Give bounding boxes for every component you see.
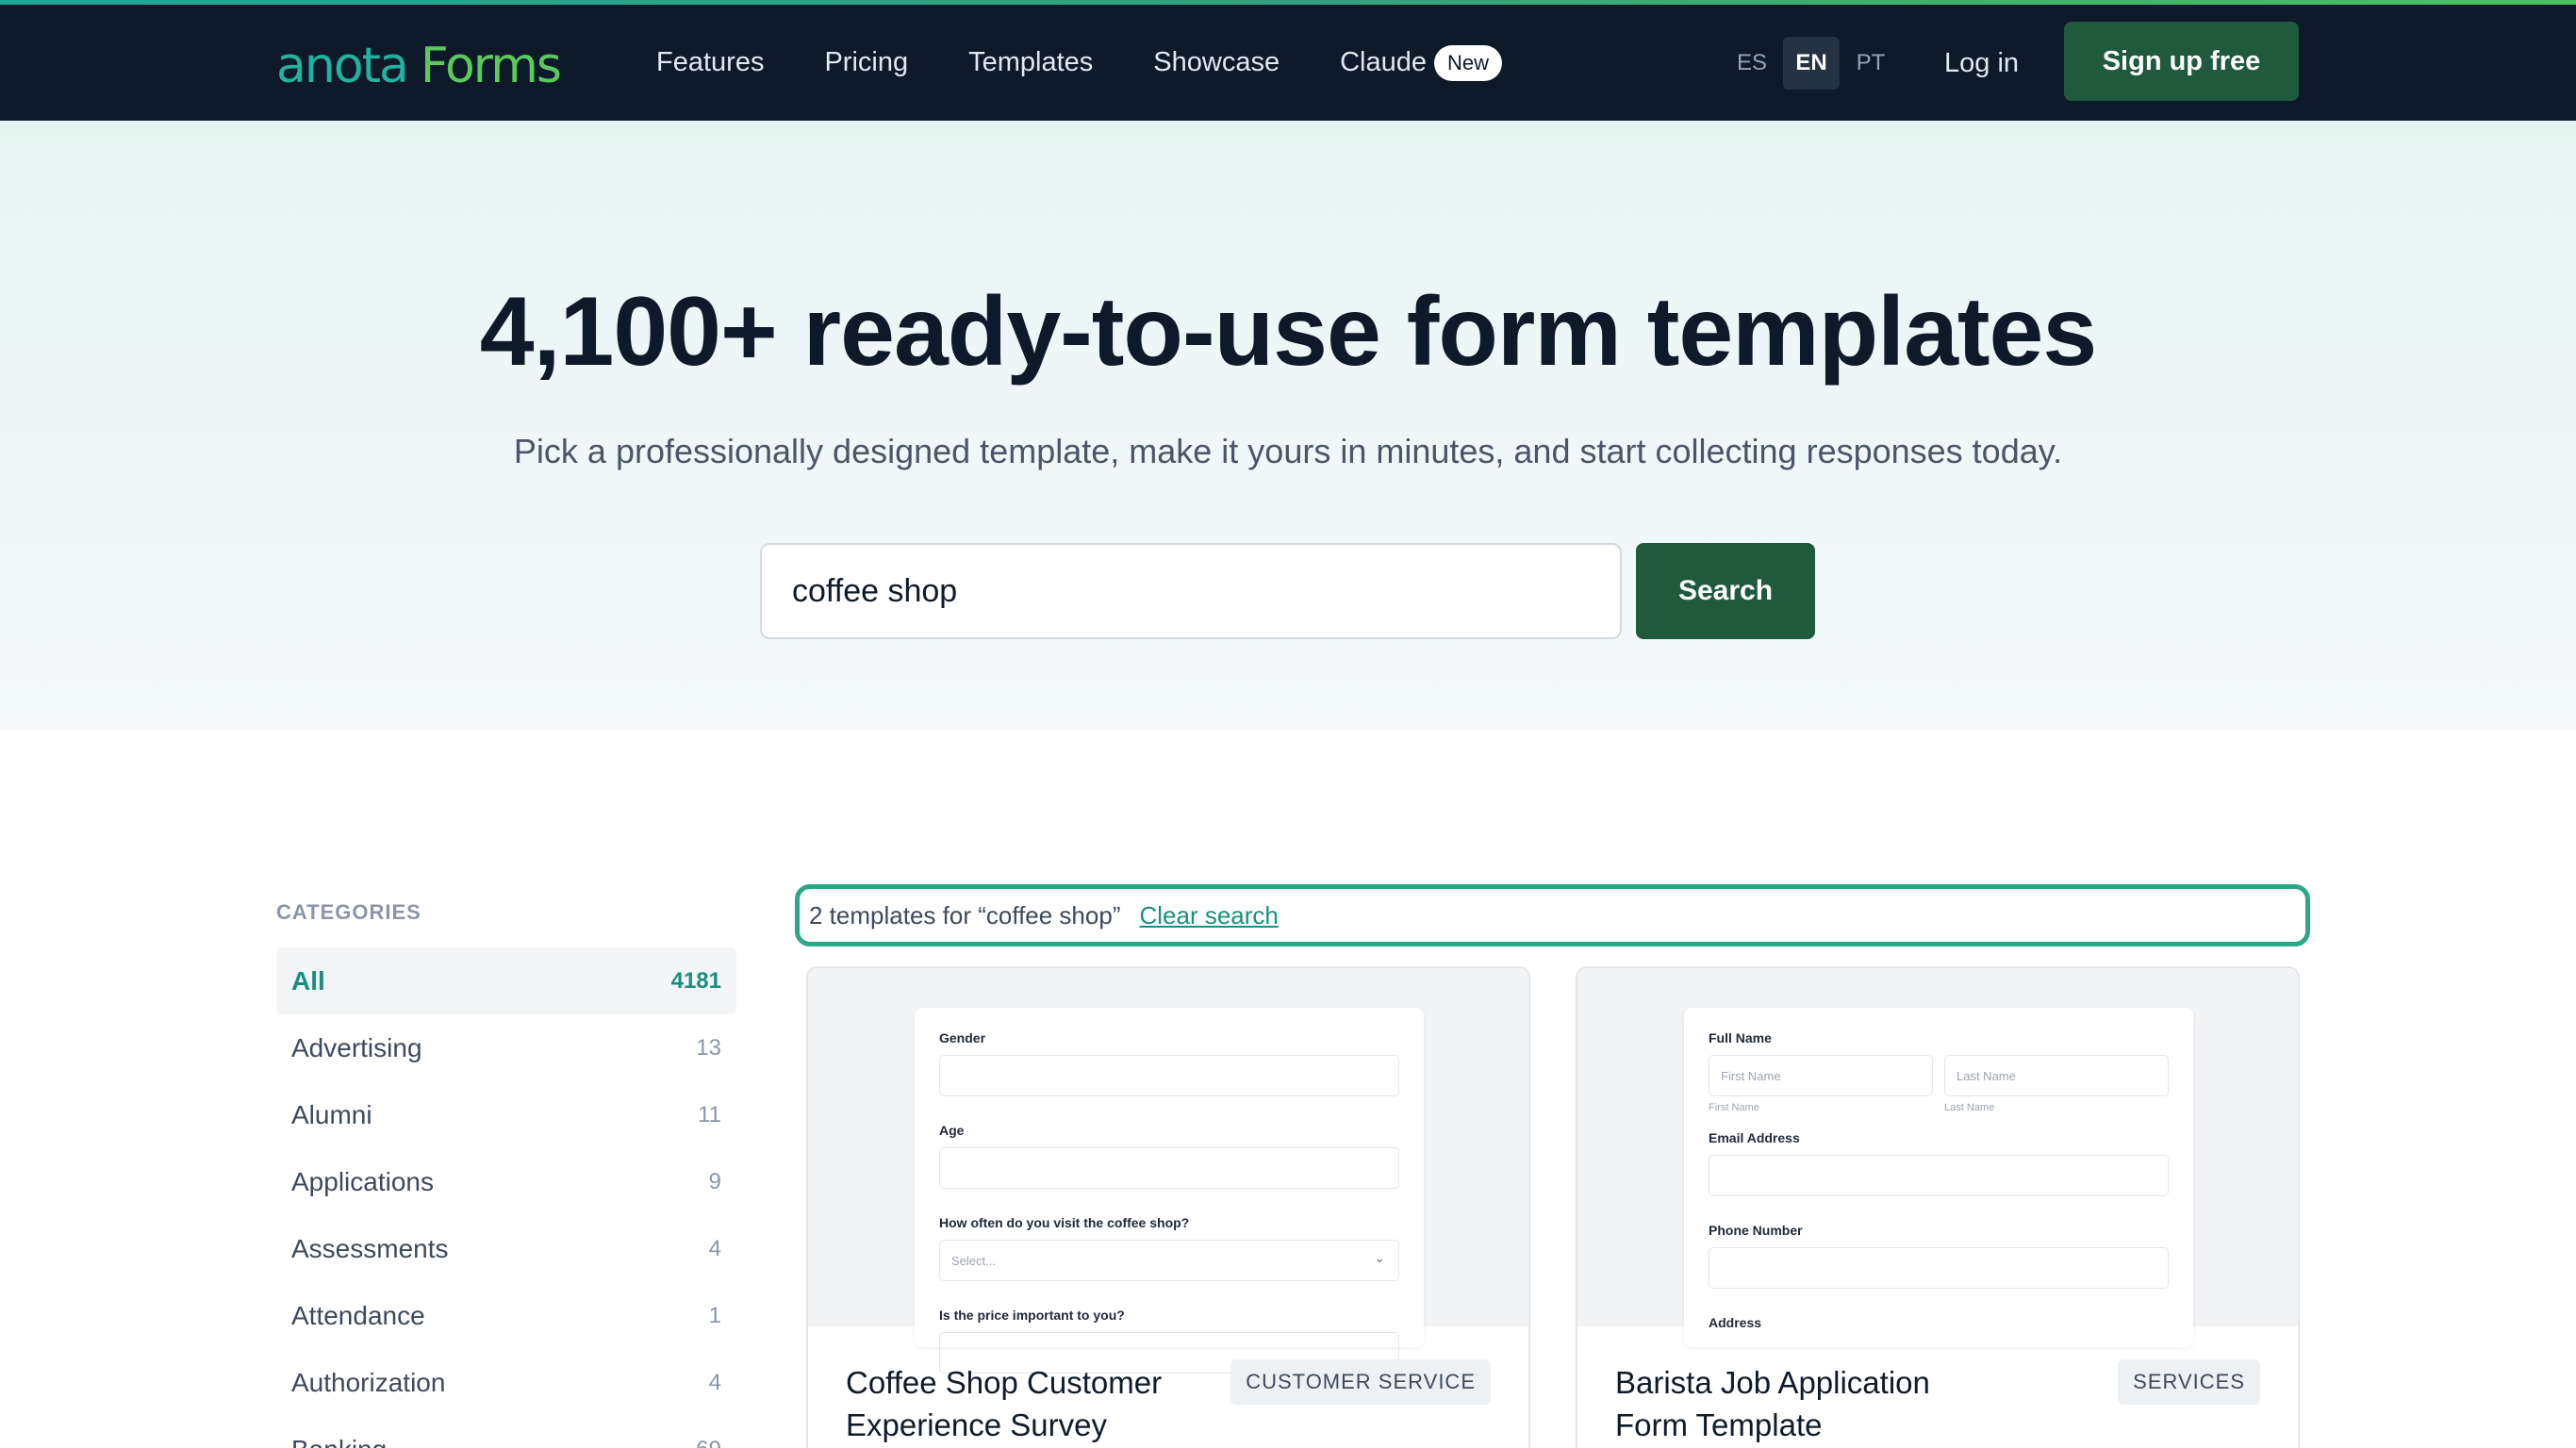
- template-card-title: Barista Job Application Form Template: [1615, 1365, 1930, 1442]
- clear-search-link[interactable]: Clear search: [1139, 901, 1278, 930]
- template-category-tag: CUSTOMER SERVICE: [1230, 1359, 1491, 1405]
- template-category-tag: SERVICES: [2118, 1359, 2260, 1405]
- categories-heading: CATEGORIES: [276, 900, 421, 924]
- category-count: 11: [698, 1101, 721, 1127]
- category-count: 4: [708, 1235, 721, 1261]
- navbar: anota Forms Features Pricing Templates S…: [0, 5, 2576, 121]
- category-label: Authorization: [291, 1367, 446, 1397]
- nav-claude-label: Claude: [1340, 47, 1427, 77]
- category-label: Applications: [291, 1166, 434, 1196]
- category-label: Attendance: [291, 1300, 425, 1330]
- template-card-title: Coffee Shop Customer Experience Survey: [846, 1365, 1163, 1442]
- preview-field-label: Age: [939, 1123, 965, 1138]
- results-count-text: 2 templates for “coffee shop”: [809, 900, 1121, 930]
- preview-field-label: Email Address: [1709, 1130, 1800, 1145]
- hero-title: 4,100+ ready-to-use form templates: [479, 277, 2097, 387]
- preview-sublabel: First Name: [1709, 1102, 1759, 1113]
- preview-field-label: Is the price important to you?: [939, 1308, 1125, 1323]
- preview-input: [939, 1147, 1399, 1189]
- category-item-assessments[interactable]: Assessments 4: [276, 1215, 736, 1282]
- signup-button[interactable]: Sign up free: [2064, 22, 2299, 101]
- preview-field-label: Gender: [939, 1030, 986, 1045]
- category-count: 9: [708, 1168, 721, 1194]
- form-preview-sheet: Gender Age How often do you visit the co…: [915, 1008, 1424, 1374]
- template-card-barista-application[interactable]: Full Name First Name First Name Last Nam…: [1576, 966, 2300, 1448]
- logo[interactable]: anota Forms: [276, 33, 562, 99]
- preview-input: Last Name: [1944, 1055, 2169, 1096]
- preview-select-placeholder: Select...: [951, 1253, 996, 1268]
- category-list: All 4181 Advertising 13 Alumni 11 Applic…: [276, 947, 736, 1448]
- category-item-authorization[interactable]: Authorization 4: [276, 1349, 736, 1416]
- category-item-advertising[interactable]: Advertising 13: [276, 1014, 736, 1081]
- nav-link-templates[interactable]: Templates: [968, 47, 1093, 78]
- main-nav: Features Pricing Templates Showcase Clau…: [656, 5, 1503, 121]
- logo-part-forms: Forms: [420, 38, 562, 94]
- preview-input: [1709, 1155, 2169, 1196]
- hero-subtitle: Pick a professionally designed template,…: [513, 432, 2063, 470]
- category-label: Assessments: [291, 1233, 449, 1263]
- preview-field-label: Phone Number: [1709, 1223, 1803, 1238]
- category-item-alumni[interactable]: Alumni 11: [276, 1081, 736, 1148]
- category-item-attendance[interactable]: Attendance 1: [276, 1282, 736, 1349]
- category-item-applications[interactable]: Applications 9: [276, 1148, 736, 1215]
- hero: 4,100+ ready-to-use form templates Pick …: [0, 121, 2576, 731]
- lang-pt[interactable]: PT: [1842, 37, 1899, 90]
- nav-link-showcase[interactable]: Showcase: [1153, 47, 1280, 78]
- lang-en[interactable]: EN: [1783, 37, 1840, 90]
- category-item-banking[interactable]: Banking 69: [276, 1416, 736, 1448]
- template-preview: Full Name First Name First Name Last Nam…: [1577, 968, 2298, 1347]
- preview-select: Select... ⌄: [939, 1240, 1399, 1281]
- search-button[interactable]: Search: [1636, 543, 1815, 639]
- category-label: All: [291, 965, 325, 996]
- nav-link-claude[interactable]: Claude New: [1340, 44, 1503, 81]
- nav-link-pricing[interactable]: Pricing: [824, 47, 908, 78]
- preview-field-label: Address: [1709, 1315, 1762, 1330]
- preview-field-label: Full Name: [1709, 1030, 1772, 1045]
- category-label: Alumni: [291, 1099, 372, 1129]
- preview-sublabel: Last Name: [1944, 1102, 1995, 1113]
- preview-input: [939, 1055, 1399, 1096]
- template-card-coffee-survey[interactable]: Gender Age How often do you visit the co…: [806, 966, 1530, 1448]
- new-badge: New: [1434, 44, 1503, 81]
- category-count: 4181: [670, 967, 721, 994]
- search-input[interactable]: [760, 543, 1622, 639]
- form-preview-sheet: Full Name First Name First Name Last Nam…: [1684, 1008, 2193, 1347]
- category-label: Advertising: [291, 1032, 422, 1062]
- preview-last-name-col: Last Name Last Name: [1944, 1055, 2169, 1130]
- preview-first-name-col: First Name First Name: [1709, 1055, 1933, 1130]
- category-label: Banking: [291, 1435, 387, 1448]
- search-results-summary: 2 templates for “coffee shop” Clear sear…: [795, 884, 2310, 946]
- login-link[interactable]: Log in: [1944, 37, 2019, 90]
- category-count: 13: [696, 1034, 721, 1061]
- preview-input: First Name: [1709, 1055, 1933, 1096]
- template-preview: Gender Age How often do you visit the co…: [808, 968, 1528, 1374]
- preview-name-row: First Name First Name Last Name Last Nam…: [1709, 1055, 2169, 1130]
- category-count: 69: [696, 1437, 721, 1448]
- nav-link-features[interactable]: Features: [656, 47, 764, 78]
- lang-es[interactable]: ES: [1724, 37, 1780, 90]
- chevron-down-icon: ⌄: [1374, 1250, 1385, 1265]
- logo-part-anota: anota: [276, 38, 409, 94]
- preview-field-label: How often do you visit the coffee shop?: [939, 1215, 1190, 1230]
- category-count: 1: [708, 1302, 721, 1328]
- category-count: 4: [708, 1369, 721, 1395]
- category-item-all[interactable]: All 4181: [276, 947, 736, 1014]
- preview-input: [1709, 1247, 2169, 1289]
